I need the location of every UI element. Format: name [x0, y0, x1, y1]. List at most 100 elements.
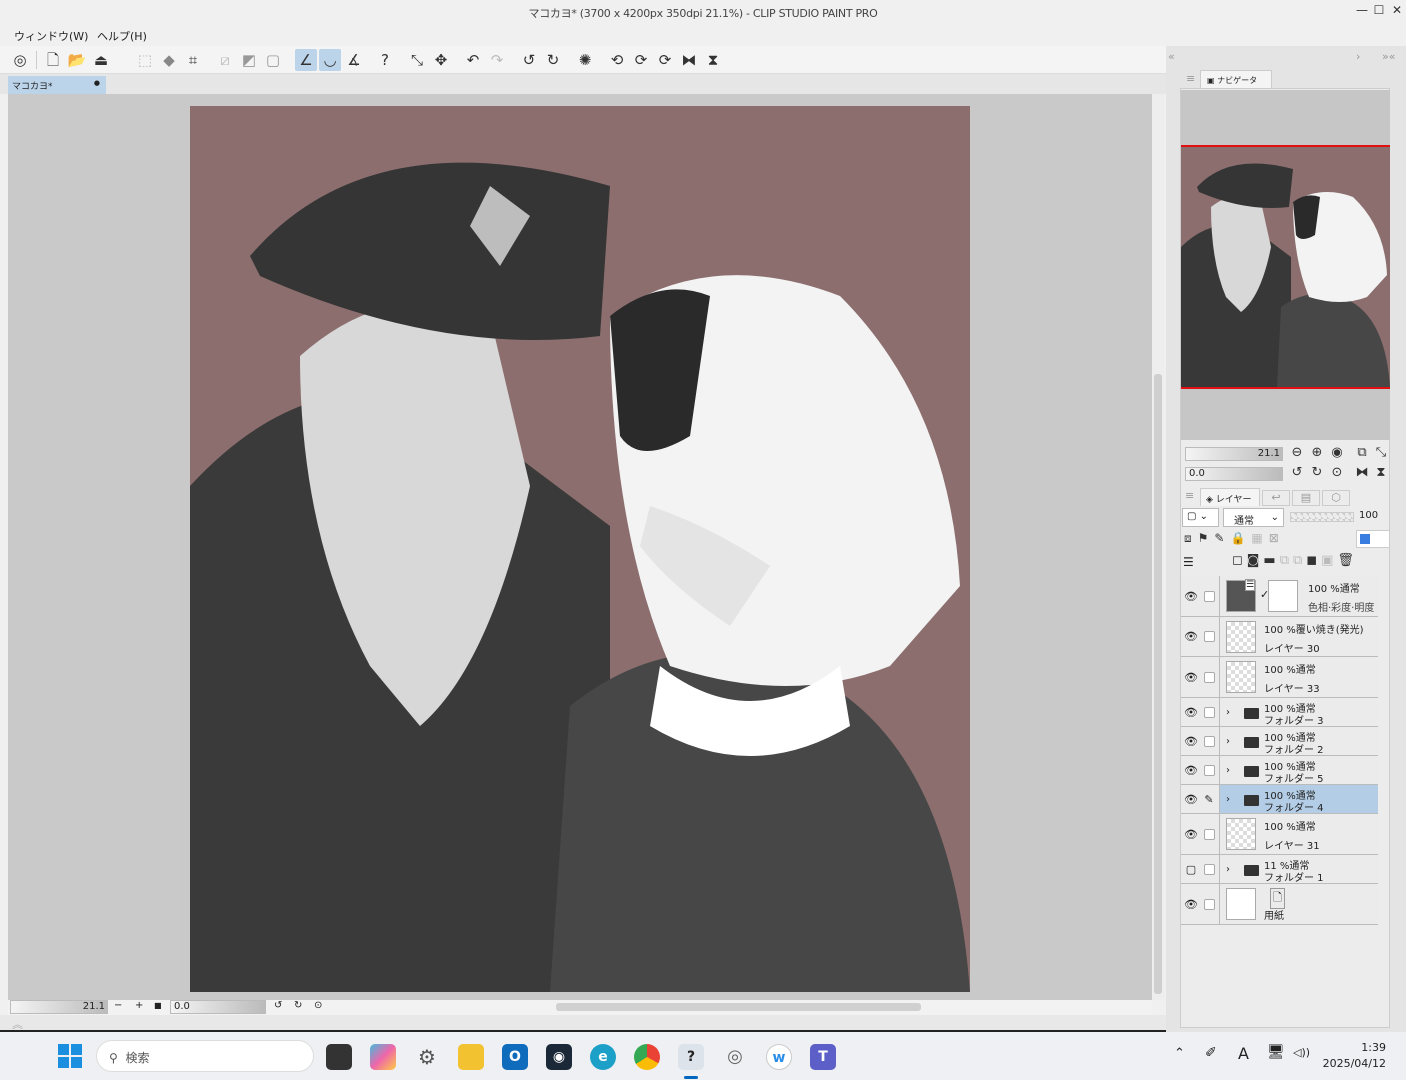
save-icon[interactable]: ⏏ [90, 49, 112, 71]
layer-row[interactable]: 👁 100 %通常 レイヤー 33 [1181, 657, 1378, 698]
layer-select-checkbox[interactable] [1204, 735, 1215, 747]
volume-icon[interactable]: ◁)) [1293, 1046, 1310, 1059]
rotate-cw-icon[interactable]: ⟳ [654, 49, 676, 71]
clip-studio-icon[interactable]: ◎ [722, 1044, 748, 1070]
lock-transparency-icon[interactable]: ▦ [1251, 531, 1268, 545]
scrollbar-thumb[interactable] [1154, 374, 1162, 994]
layer-select-checkbox[interactable] [1204, 590, 1215, 602]
chevron-right-icon[interactable]: › [1356, 50, 1360, 63]
layer-select-checkbox[interactable] [1204, 764, 1215, 776]
chevron-right-icon[interactable]: › [1226, 707, 1230, 718]
rotate-left-icon[interactable]: ↺ [518, 49, 540, 71]
loading-icon[interactable]: ✺ [574, 49, 596, 71]
transfer-down-icon[interactable]: ⧉ [1280, 553, 1293, 568]
menu-window[interactable]: ウィンドウ(W) [14, 28, 88, 44]
eye-icon[interactable]: 👁 [1183, 735, 1199, 748]
chevron-right-icon[interactable]: › [1226, 765, 1230, 776]
task-view-icon[interactable] [326, 1044, 352, 1070]
rotate-ccw-icon[interactable]: ⟳ [630, 49, 652, 71]
layer-row[interactable]: 👁 › 100 %通常 フォルダー 2 [1181, 727, 1378, 756]
edge-icon[interactable]: e [590, 1044, 616, 1070]
layer-row[interactable]: 👁 › 100 %通常 フォルダー 5 [1181, 756, 1378, 785]
menu-help[interactable]: ヘルプ(H) [97, 28, 147, 44]
rotate-reset-icon[interactable]: ⟲ [606, 49, 628, 71]
transform-icon[interactable]: ⌗ [182, 49, 204, 71]
ime-icon[interactable]: A [1238, 1044, 1249, 1063]
collapse-right-icon[interactable]: »« [1382, 50, 1395, 63]
tab-history[interactable]: ↩ [1262, 490, 1290, 506]
snap-ruler-icon[interactable]: ∠ [295, 49, 317, 71]
move-icon[interactable]: ✥ [430, 49, 452, 71]
artwork-canvas[interactable] [190, 106, 970, 992]
lock-icon[interactable]: 🔒 [1230, 531, 1251, 545]
opacity-value[interactable]: 100 [1359, 510, 1378, 521]
fit-screen-icon[interactable]: ⤡ [1373, 445, 1389, 460]
invert-selection-icon[interactable]: ◩ [238, 49, 260, 71]
vertical-scrollbar[interactable] [1152, 94, 1164, 1000]
selection-border-icon[interactable]: ▢ [262, 49, 284, 71]
chevron-right-icon[interactable]: › [1226, 864, 1230, 875]
opacity-slider[interactable] [1290, 512, 1354, 522]
reference-icon[interactable]: ⚑ [1198, 531, 1215, 545]
new-file-icon[interactable]: 🗋 [42, 49, 64, 71]
navigator-zoom-slider[interactable]: 21.1 [1185, 447, 1283, 461]
layer-select-checkbox[interactable] [1204, 828, 1215, 840]
zoom-in-icon[interactable]: ⊕ [1309, 445, 1325, 460]
layer-select-checkbox[interactable] [1204, 671, 1215, 683]
color-mode-dropdown[interactable]: ▢ ⌄ [1182, 508, 1219, 527]
actual-size-button[interactable]: ■ [154, 1001, 162, 1010]
clip-studio-icon[interactable]: ◎ [9, 49, 31, 71]
layer-row[interactable]: 👁 › 100 %通常 フォルダー 3 [1181, 698, 1378, 727]
teams-icon[interactable]: T [810, 1044, 836, 1070]
eye-icon[interactable]: 👁 [1183, 706, 1199, 719]
close-button[interactable]: ✕ [1389, 3, 1405, 19]
horizontal-scrollbar[interactable] [556, 1003, 921, 1011]
layer-select-checkbox[interactable] [1204, 631, 1215, 642]
tab-layer[interactable]: ◈ レイヤー [1200, 488, 1260, 506]
reset-rotation-icon[interactable]: ⊙ [314, 1000, 322, 1011]
layer-select-checkbox[interactable] [1204, 863, 1215, 875]
rotate-left-icon[interactable]: ↺ [1289, 465, 1305, 480]
layer-panel-menu-icon[interactable]: ≡ [1185, 489, 1194, 502]
apply-mask-icon[interactable]: ▣ [1321, 553, 1337, 568]
editing-pen-icon[interactable]: ✎ [1201, 793, 1217, 806]
layer-row[interactable]: 👁 🗋 用紙 [1181, 884, 1378, 925]
fit-screen-icon[interactable]: ⤡ [406, 49, 428, 71]
flip-vertical-icon[interactable]: ⧗ [702, 49, 724, 71]
w-app-icon[interactable]: w [766, 1044, 792, 1070]
mask-icon[interactable]: ⊠ [1269, 531, 1285, 545]
tab-navigator[interactable]: ▣ ナビゲーター [1200, 70, 1272, 96]
redo-icon[interactable]: ↷ [486, 49, 508, 71]
actual-size-icon[interactable]: ◉ [1329, 445, 1345, 460]
eye-icon[interactable]: 👁 [1183, 630, 1199, 643]
zoom-slider[interactable]: 21.1 [10, 1000, 108, 1014]
delete-layer-icon[interactable]: 🗑 [1337, 553, 1358, 568]
network-icon[interactable]: 🖥 [1267, 1044, 1285, 1060]
flip-horizontal-icon[interactable]: ⧓ [678, 49, 700, 71]
layer-select-checkbox[interactable] [1204, 706, 1215, 718]
navigator-thumbnail[interactable] [1181, 145, 1390, 389]
open-file-icon[interactable]: 📂 [66, 49, 88, 71]
tab-animation[interactable]: ▤ [1292, 490, 1320, 506]
merge-down-icon[interactable]: ⧉ [1293, 553, 1306, 568]
outlook-icon[interactable]: O [502, 1044, 528, 1070]
tab-material[interactable]: ⬡ [1322, 490, 1350, 506]
clip-studio-paint-icon[interactable]: ? [678, 1044, 704, 1070]
zoom-in-button[interactable]: + [135, 1000, 143, 1011]
help-icon[interactable]: ? [374, 49, 396, 71]
layer-settings-icon[interactable]: ☰ [1183, 555, 1194, 569]
eye-icon[interactable]: 👁 [1183, 828, 1199, 841]
layer-row[interactable]: 👁 100 %覆い焼き(発光) レイヤー 30 [1181, 617, 1378, 657]
undo-icon[interactable]: ↶ [462, 49, 484, 71]
flip-vertical-icon[interactable]: ⧗ [1373, 465, 1389, 480]
draft-icon[interactable]: ✎ [1214, 531, 1230, 545]
eye-icon[interactable]: 👁 [1183, 764, 1199, 777]
deselect-icon[interactable]: ⧄ [214, 49, 236, 71]
snap-grid-icon[interactable]: ∡ [343, 49, 365, 71]
collapse-left-icon[interactable]: « [1168, 50, 1175, 63]
eye-icon[interactable]: 👁 [1183, 898, 1199, 911]
rotate-right-icon[interactable]: ↻ [1309, 465, 1325, 480]
zoom-out-icon[interactable]: ⊖ [1289, 445, 1305, 460]
steam-icon[interactable]: ◉ [546, 1044, 572, 1070]
navigator-rotation-slider[interactable]: 0.0 [1185, 467, 1283, 481]
